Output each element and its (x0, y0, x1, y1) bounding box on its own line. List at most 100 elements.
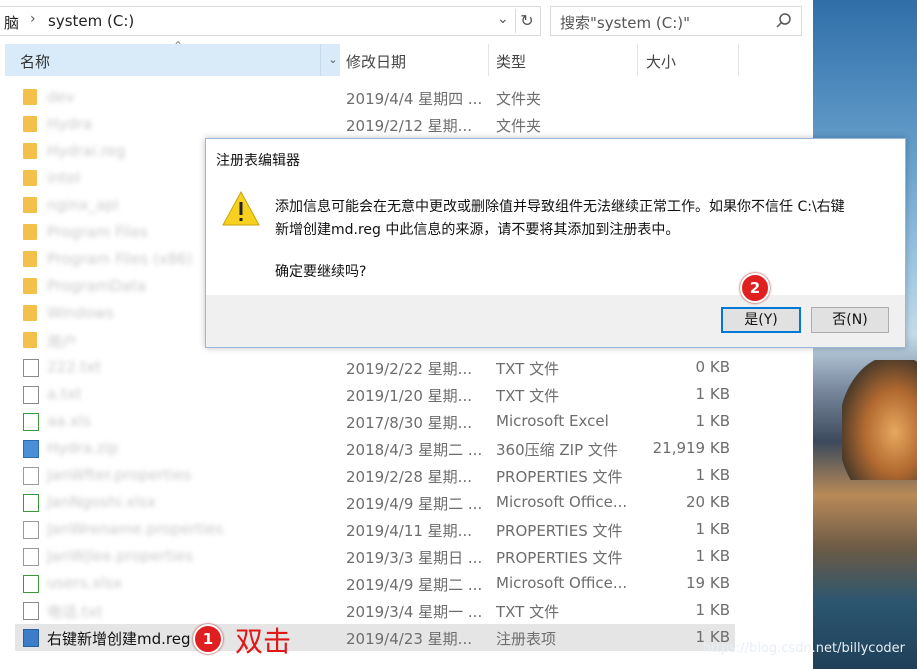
no-button[interactable]: 否(N) (811, 307, 889, 333)
dialog-message: 添加信息可能会在无意中更改或删除值并导致组件无法继续正常工作。如果你不信任 C:… (275, 196, 895, 242)
column-divider[interactable] (637, 44, 638, 76)
column-size[interactable]: 大小 (646, 51, 676, 72)
search-placeholder: 搜索"system (C:)" (560, 14, 691, 32)
file-row[interactable]: JanWfter.properties 2019/2/28 星期... PROPER… (15, 462, 735, 489)
file-row[interactable]: aa.xls 2017/8/30 星期... Microsoft Excel 1 KB (15, 408, 735, 435)
zip-file-icon (23, 440, 39, 458)
file-name: aa.xls (47, 412, 92, 430)
address-path[interactable]: system (C:) (48, 12, 134, 30)
file-date: 2019/4/9 星期二 ... (346, 576, 483, 594)
file-row[interactable]: users.xlsx 2019/4/9 星期二 ... Microsoft Offi… (15, 570, 735, 597)
file-date: 2019/2/22 星期... (346, 360, 472, 378)
file-type: Microsoft Office... (496, 574, 628, 592)
file-name: 电话.txt (47, 603, 103, 621)
file-size: 20 KB (686, 493, 730, 511)
column-type[interactable]: 类型 (496, 51, 526, 72)
folder-file-icon (23, 89, 37, 105)
file-type: TXT 文件 (496, 387, 560, 405)
dialog-footer: 是(Y) 否(N) (206, 295, 905, 347)
file-date: 2019/4/11 星期... (346, 522, 472, 540)
prop-file-icon (23, 521, 39, 539)
txt-file-icon (23, 386, 39, 404)
file-date: 2019/4/23 星期... (346, 630, 472, 648)
file-row[interactable]: JanWrename.properties 2019/4/11 星期... PROP… (15, 516, 735, 543)
search-input[interactable]: 搜索"system (C:)" (550, 6, 802, 36)
folder-file-icon (23, 251, 37, 267)
file-row[interactable]: JanNgoshi.xlsx 2019/4/9 星期二 ... Microsoft … (15, 489, 735, 516)
file-name: JanWjlee.properties (47, 547, 194, 565)
file-date: 2019/3/4 星期一 ... (346, 603, 483, 621)
dialog-message-line1: 添加信息可能会在无意中更改或删除值并导致组件无法继续正常工作。如果你不信任 C:… (275, 199, 845, 215)
file-name: JanWrename.properties (47, 520, 224, 538)
file-date: 2019/2/28 星期... (346, 468, 472, 486)
file-row[interactable]: JanWjlee.properties 2019/3/3 星期日 ... PROPE… (15, 543, 735, 570)
file-type: Microsoft Office... (496, 493, 628, 511)
file-date: 2019/4/9 星期二 ... (346, 495, 483, 513)
file-name: Windows (47, 304, 114, 322)
folder-file-icon (23, 116, 37, 132)
file-type: PROPERTIES 文件 (496, 549, 623, 567)
file-size: 1 KB (695, 601, 730, 619)
file-name: users.xlsx (47, 574, 123, 592)
folder-file-icon (23, 197, 37, 213)
file-type: TXT 文件 (496, 360, 560, 378)
file-size: 19 KB (686, 574, 730, 592)
file-name: inteI (47, 169, 81, 187)
file-row[interactable]: Hydra.zip 2018/4/3 星期二 ... 360压缩 ZIP 文件 21,… (15, 435, 735, 462)
chevron-down-icon[interactable]: ⌄ (497, 11, 509, 27)
file-type: 文件夹 (496, 90, 542, 108)
file-row[interactable]: 电话.txt 2019/3/4 星期一 ... TXT 文件 1 KB (15, 597, 735, 624)
chevron-right-icon: › (30, 11, 36, 27)
prop-file-icon (23, 467, 39, 485)
xls-file-icon (23, 575, 39, 593)
file-name: 222.txt (47, 358, 102, 376)
column-name[interactable]: 名称 ⌃ ⌄ (5, 39, 340, 76)
search-icon[interactable] (775, 12, 793, 30)
file-name: JanWfter.properties (47, 466, 192, 484)
file-name: a.txt (47, 385, 82, 403)
dialog-confirm-text: 确定要继续吗? (275, 264, 367, 280)
file-row[interactable]: a.txt 2019/1/20 星期... TXT 文件 1 KB (15, 381, 735, 408)
warning-icon (222, 190, 260, 226)
file-type: 文件夹 (496, 117, 542, 135)
file-size: 1 KB (695, 520, 730, 538)
file-name: 用户 (47, 333, 78, 351)
file-row[interactable]: 右键新增创建md.reg 2019/4/23 星期... 注册表项 1 KB (15, 624, 735, 651)
file-size: 1 KB (695, 547, 730, 565)
folder-file-icon (23, 143, 37, 159)
registry-editor-dialog: 注册表编辑器 添加信息可能会在无意中更改或删除值并导致组件无法继续正常工作。如果… (205, 138, 906, 348)
folder-file-icon (23, 332, 37, 348)
yes-button[interactable]: 是(Y) (721, 307, 801, 333)
file-type: Microsoft Excel (496, 412, 609, 430)
file-name: Program Files (x86) (47, 250, 193, 268)
step-2-badge: 2 (740, 273, 770, 303)
column-divider[interactable] (738, 44, 739, 76)
column-date[interactable]: 修改日期 (346, 51, 406, 72)
dialog-title: 注册表编辑器 (216, 153, 300, 169)
folder-file-icon (23, 305, 37, 321)
file-name: Hydra (47, 115, 93, 133)
file-date: 2019/1/20 星期... (346, 387, 472, 405)
file-row[interactable]: 222.txt 2019/2/22 星期... TXT 文件 0 KB (15, 354, 735, 381)
double-click-annotation: 双击 (235, 625, 292, 658)
file-size: 1 KB (695, 385, 730, 403)
file-date: 2019/2/12 星期... (346, 117, 472, 135)
xls-file-icon (23, 494, 39, 512)
file-name: Hydra.zip (47, 439, 119, 457)
dialog-message-line2: 新增创建md.reg 中此信息的来源，请不要将其添加到注册表中。 (275, 222, 680, 238)
folder-file-icon (23, 170, 37, 186)
file-row[interactable]: Hydra 2019/2/12 星期... 文件夹 (15, 111, 735, 138)
file-date: 2018/4/3 星期二 ... (346, 441, 483, 459)
reg-file-icon (23, 629, 39, 647)
address-bar[interactable]: 脑 › system (C:) ⌄ ↻ (0, 6, 541, 36)
wallpaper-rock (842, 360, 917, 480)
file-row[interactable]: dev 2019/4/4 星期四 ... 文件夹 (15, 84, 735, 111)
column-filter-icon[interactable]: ⌄ (320, 44, 345, 76)
txt-file-icon (23, 359, 39, 377)
file-size: 1 KB (695, 412, 730, 430)
file-name: nginx_api (47, 196, 119, 214)
refresh-icon[interactable]: ↻ (515, 9, 538, 33)
column-divider[interactable] (488, 44, 489, 76)
address-prefix: 脑 (4, 14, 20, 32)
file-name: 右键新增创建md.reg (47, 630, 191, 648)
